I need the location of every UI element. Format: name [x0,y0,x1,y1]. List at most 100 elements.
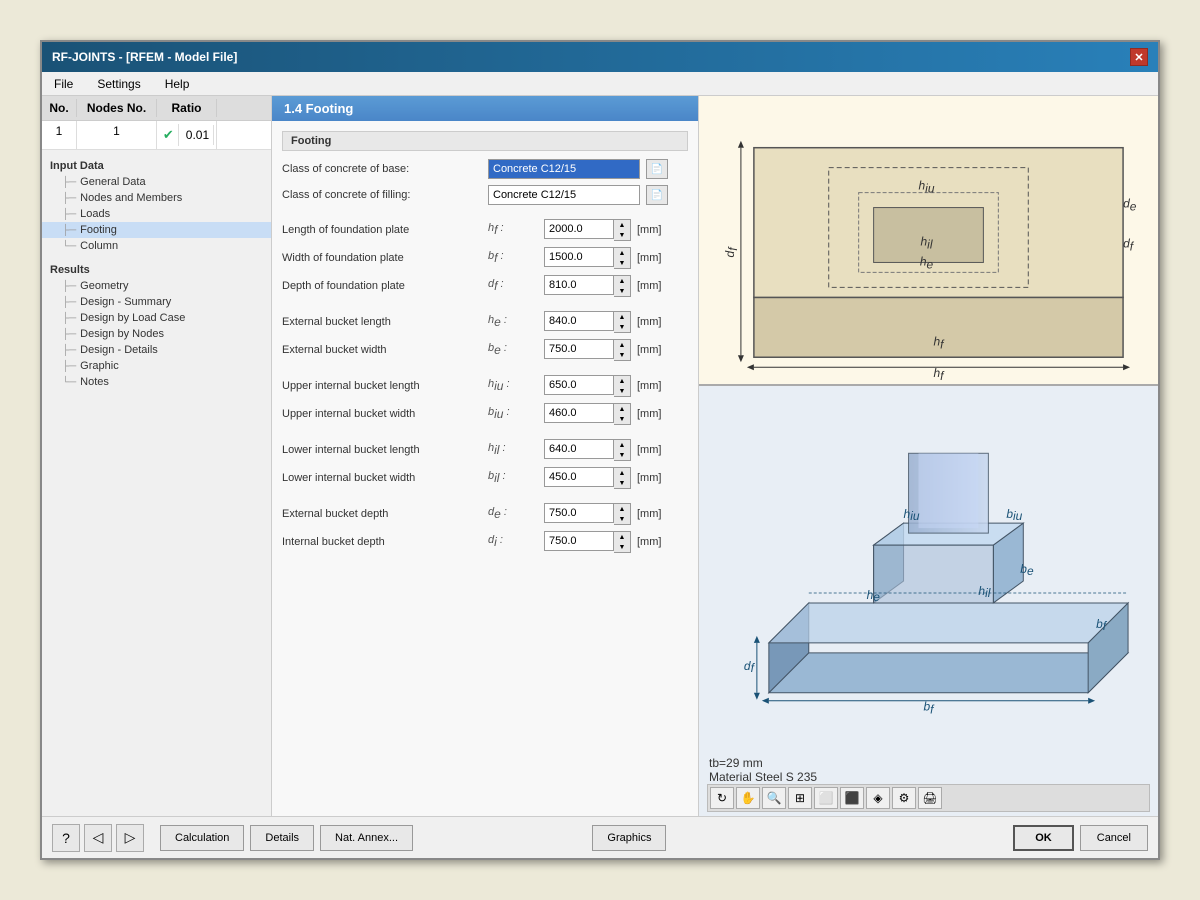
int-depth-up[interactable]: ▲ [614,532,630,542]
length-spin[interactable]: ▲ ▼ [544,219,631,241]
nav-footing[interactable]: Footing [42,222,271,238]
nav-notes[interactable]: Notes [42,374,271,390]
upper-int-width-down[interactable]: ▼ [614,414,630,424]
nav-geometry[interactable]: Geometry [42,278,271,294]
upper-int-length-input[interactable] [544,375,614,395]
lower-int-width-input[interactable] [544,467,614,487]
cancel-button[interactable]: Cancel [1080,825,1148,851]
ext-depth-up[interactable]: ▲ [614,504,630,514]
close-button[interactable]: ✕ [1130,48,1148,66]
nat-annex-button[interactable]: Nat. Annex... [320,825,413,851]
lower-int-length-label: Lower internal bucket length [282,444,482,456]
nav-nodes-members[interactable]: Nodes and Members [42,190,271,206]
title-bar: RF-JOINTS - [RFEM - Model File] ✕ [42,42,1158,72]
upper-int-length-spin[interactable]: ▲ ▼ [544,375,631,397]
upper-int-width-up[interactable]: ▲ [614,404,630,414]
length-up[interactable]: ▲ [614,220,630,230]
upper-int-width-spin[interactable]: ▲ ▼ [544,403,631,425]
ext-length-label: External bucket length [282,316,482,328]
nav-graphic[interactable]: Graphic [42,358,271,374]
window-title: RF-JOINTS - [RFEM - Model File] [52,50,237,64]
table-row[interactable]: 1 1 ✔ 0.01 [42,121,271,150]
tb-pan-btn[interactable]: ✋ [736,787,760,809]
tb-print-btn[interactable]: 🖨 [918,787,942,809]
tb-front-btn[interactable]: ⬜ [814,787,838,809]
ext-length-down[interactable]: ▼ [614,322,630,332]
lower-int-width-down[interactable]: ▼ [614,478,630,488]
nav-design-summary[interactable]: Design - Summary [42,294,271,310]
tb-rotate-btn[interactable]: ↻ [710,787,734,809]
concrete-base-label: Class of concrete of base: [282,163,482,175]
ext-width-up[interactable]: ▲ [614,340,630,350]
tb-iso-btn[interactable]: ◈ [866,787,890,809]
concrete-base-btn[interactable]: 📄 [646,159,668,179]
ext-length-up[interactable]: ▲ [614,312,630,322]
menu-settings[interactable]: Settings [91,75,146,93]
lower-int-width-up[interactable]: ▲ [614,468,630,478]
help-icon[interactable]: ? [52,824,80,852]
ext-depth-down[interactable]: ▼ [614,514,630,524]
upper-int-length-up[interactable]: ▲ [614,376,630,386]
upper-int-length-label: Upper internal bucket length [282,380,482,392]
int-depth-input[interactable] [544,531,614,551]
ext-depth-input[interactable] [544,503,614,523]
section-label: Footing [282,131,688,151]
depth-spin[interactable]: ▲ ▼ [544,275,631,297]
lower-int-length-up[interactable]: ▲ [614,440,630,450]
nav-loads[interactable]: Loads [42,206,271,222]
lower-int-length-down[interactable]: ▼ [614,450,630,460]
nav-column[interactable]: Column [42,238,271,254]
concrete-base-input[interactable] [488,159,640,179]
ext-width-spin[interactable]: ▲ ▼ [544,339,631,361]
tb-settings-btn[interactable]: ⚙ [892,787,916,809]
calculation-button[interactable]: Calculation [160,825,244,851]
width-down[interactable]: ▼ [614,258,630,268]
nav-design-load-case[interactable]: Design by Load Case [42,310,271,326]
width-up[interactable]: ▲ [614,248,630,258]
upper-int-length-down[interactable]: ▼ [614,386,630,396]
concrete-filling-input[interactable] [488,185,640,205]
nav-design-nodes[interactable]: Design by Nodes [42,326,271,342]
col-nodes: Nodes No. [77,99,157,117]
length-sub: hf : [488,222,538,237]
concrete-filling-btn[interactable]: 📄 [646,185,668,205]
details-button[interactable]: Details [250,825,314,851]
width-input[interactable] [544,247,614,267]
tb-top-btn[interactable]: ⬛ [840,787,864,809]
menu-help[interactable]: Help [159,75,196,93]
upper-int-width-input[interactable] [544,403,614,423]
menu-file[interactable]: File [48,75,79,93]
ext-length-spin[interactable]: ▲ ▼ [544,311,631,333]
ok-button[interactable]: OK [1013,825,1074,851]
int-depth-spin[interactable]: ▲ ▼ [544,531,631,553]
ext-width-input[interactable] [544,339,614,359]
lower-int-length-spin[interactable]: ▲ ▼ [544,439,631,461]
svg-text:be: be [1020,562,1034,578]
ext-depth-spin[interactable]: ▲ ▼ [544,503,631,525]
lower-int-length-row: Lower internal bucket length hil : ▲ ▼ [… [282,439,688,461]
depth-input[interactable] [544,275,614,295]
tb-fit-btn[interactable]: ⊞ [788,787,812,809]
lower-int-width-label: Lower internal bucket width [282,472,482,484]
length-down[interactable]: ▼ [614,230,630,240]
nav-design-details[interactable]: Design - Details [42,342,271,358]
ext-width-down[interactable]: ▼ [614,350,630,360]
lower-int-width-spin[interactable]: ▲ ▼ [544,467,631,489]
graphics-button[interactable]: Graphics [592,825,666,851]
panel-header: 1.4 Footing [272,96,698,121]
menu-bar: File Settings Help [42,72,1158,96]
depth-up[interactable]: ▲ [614,276,630,286]
nav-general-data[interactable]: General Data [42,174,271,190]
center-panel: 1.4 Footing Footing Class of concrete of… [272,96,698,816]
int-depth-down[interactable]: ▼ [614,542,630,552]
back-icon[interactable]: ◁ [84,824,112,852]
ext-length-input[interactable] [544,311,614,331]
tb-zoom-btn[interactable]: 🔍 [762,787,786,809]
length-input[interactable] [544,219,614,239]
depth-down[interactable]: ▼ [614,286,630,296]
width-spin[interactable]: ▲ ▼ [544,247,631,269]
forward-icon[interactable]: ▷ [116,824,144,852]
depth-unit: [mm] [637,280,661,292]
upper-int-length-unit: [mm] [637,380,661,392]
lower-int-length-input[interactable] [544,439,614,459]
